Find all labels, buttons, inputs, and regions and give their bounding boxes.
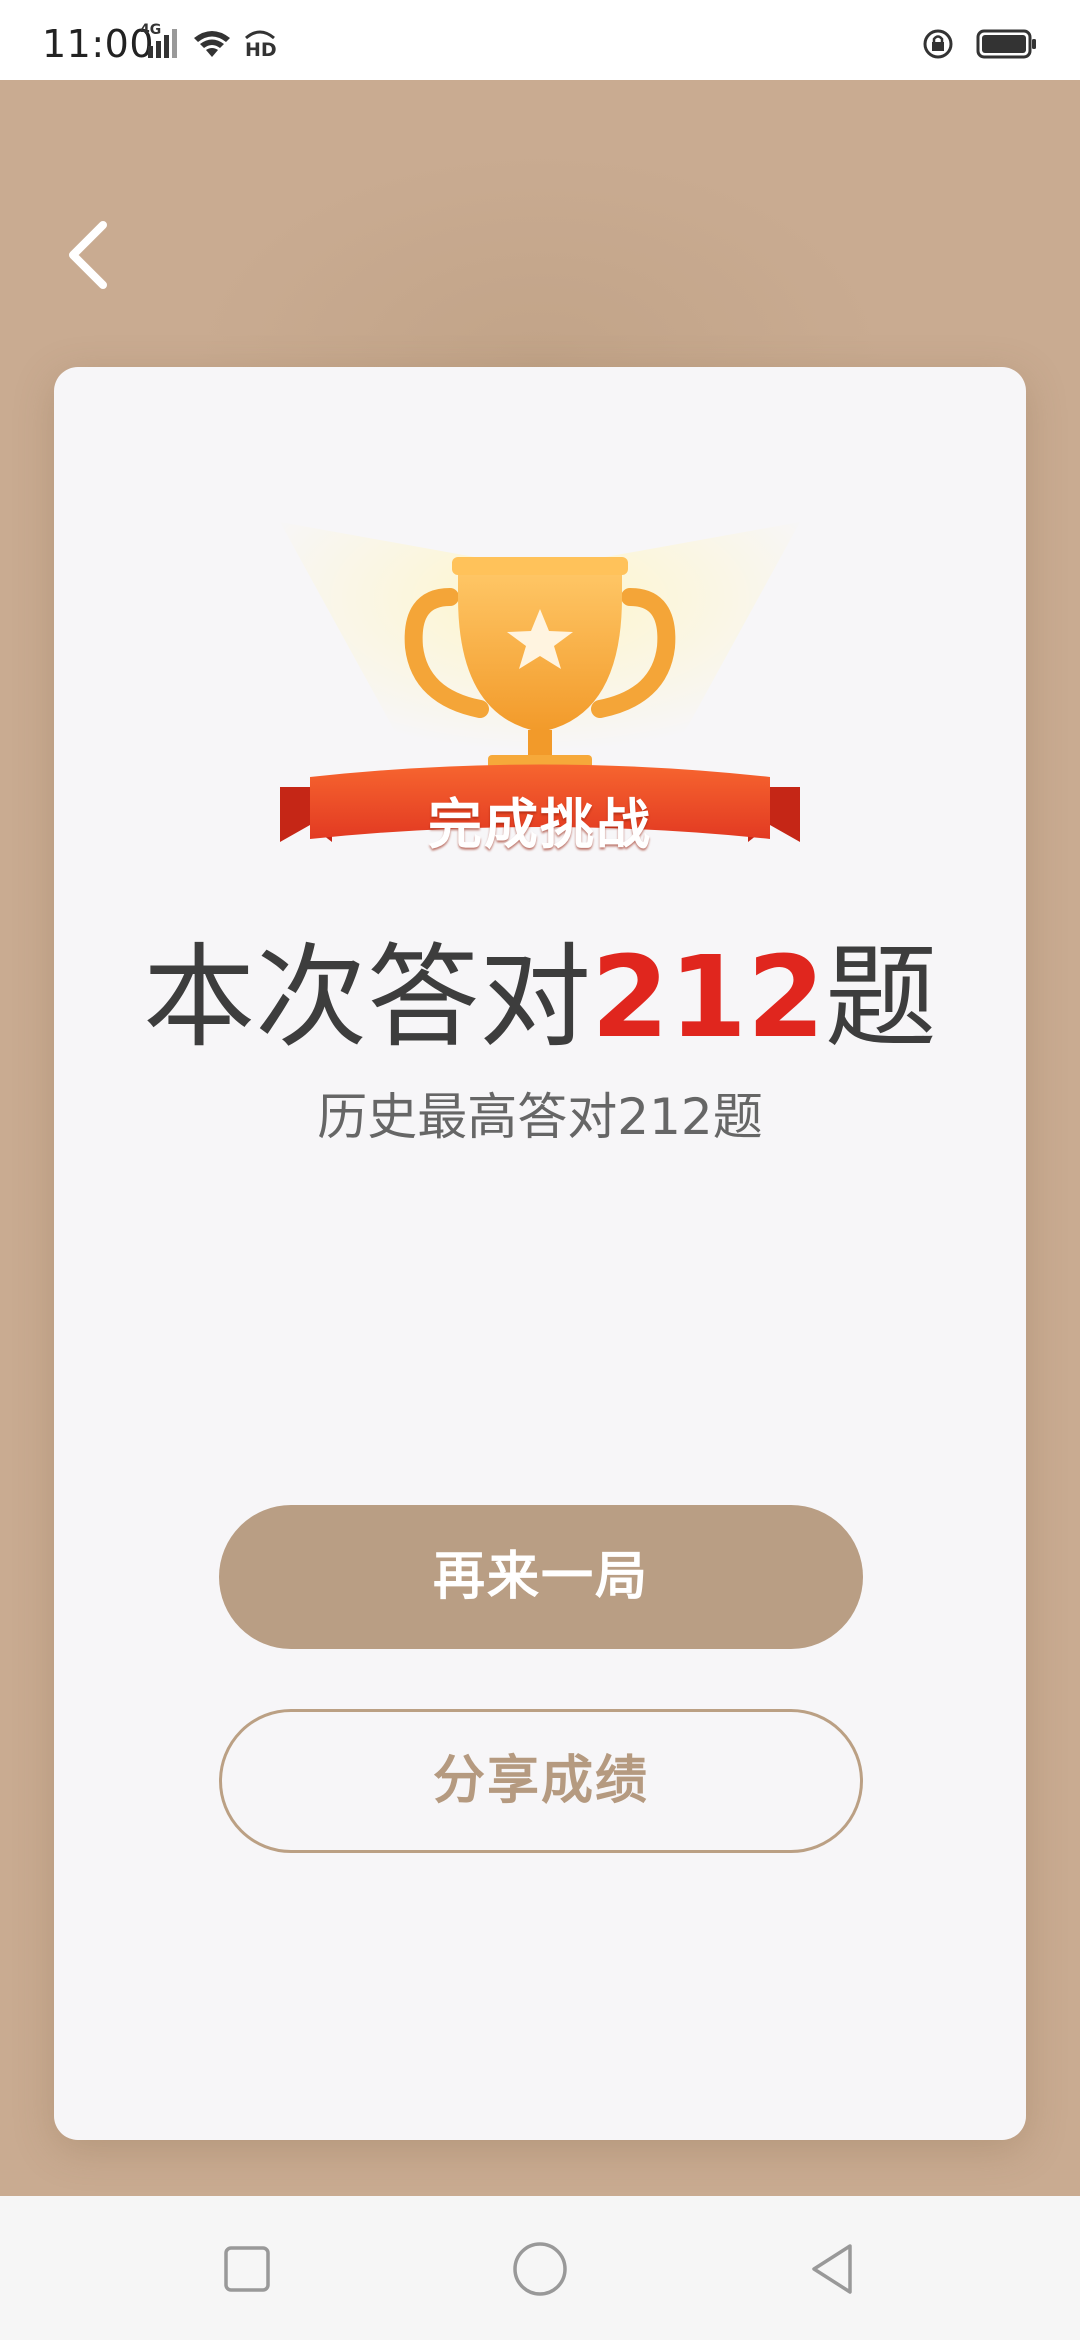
- play-again-button[interactable]: 再来一局: [219, 1505, 863, 1649]
- score-suffix: 题: [824, 933, 937, 1063]
- recents-button[interactable]: [212, 2234, 282, 2304]
- battery-icon: [976, 28, 1038, 60]
- score-value: 212: [591, 933, 825, 1063]
- score-prefix: 本次答对: [143, 933, 592, 1063]
- status-left-icons: 4G HD: [140, 22, 278, 61]
- home-button[interactable]: [505, 2234, 575, 2304]
- share-score-button[interactable]: 分享成绩: [219, 1709, 863, 1853]
- signal-icon: 4G: [140, 22, 182, 60]
- hd-icon: HD: [242, 28, 278, 61]
- back-icon: [812, 2244, 852, 2294]
- status-time: 11:00: [42, 22, 155, 66]
- trophy-badge: 完成挑战: [240, 447, 840, 856]
- nav-back-button[interactable]: [798, 2234, 868, 2304]
- history-best-text: 历史最高答对212题: [317, 1088, 763, 1146]
- home-icon: [513, 2242, 567, 2296]
- status-bar: 11:00 4G HD: [0, 0, 1080, 80]
- hd-label: HD: [245, 39, 277, 61]
- badge-label: 完成挑战: [428, 793, 652, 856]
- recents-icon: [224, 2246, 270, 2292]
- result-card: 完成挑战 本次答对212题 历史最高答对212题 再来一局 分享成绩: [54, 367, 1026, 2140]
- chevron-left-icon: [69, 221, 107, 289]
- system-nav-bar: [0, 2196, 1080, 2340]
- wifi-icon: [192, 28, 232, 60]
- score-line: 本次答对212题: [54, 907, 1026, 1069]
- rotation-lock-icon: [922, 28, 954, 60]
- status-right-icons: [922, 28, 1038, 60]
- screen: 11:00 4G HD 完成挑战 本次答对212题 历史最高答对212题 再来一…: [0, 0, 1080, 2340]
- back-button[interactable]: [55, 215, 125, 295]
